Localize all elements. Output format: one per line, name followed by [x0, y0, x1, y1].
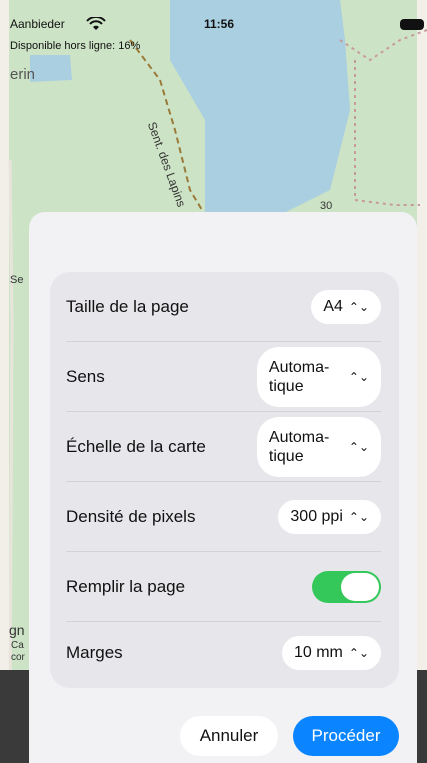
map-scale-label: Échelle de la carte [66, 437, 206, 456]
chevron-up-down-icon: ⌃⌄ [348, 439, 369, 454]
fill-page-toggle[interactable] [312, 571, 381, 603]
map-scale-value: Automa- tique [268, 429, 330, 465]
orientation-select[interactable]: Automa- tique ⌃⌄ [256, 347, 381, 407]
map-label-bottom-1: gn [9, 622, 25, 638]
dark-bottom-strip [0, 670, 30, 763]
status-bar: Aanbieder 11:56 [0, 0, 427, 40]
chevron-up-down-icon: ⌃⌄ [348, 369, 369, 384]
row-fill-page: Remplir la page [50, 552, 399, 622]
row-orientation: Sens Automa- tique ⌃⌄ [50, 342, 399, 412]
map-label-bottom-3: cor [11, 652, 25, 663]
margins-select[interactable]: 10 mm ⌃⌄ [281, 636, 381, 670]
status-time: 11:56 [204, 17, 235, 31]
dark-bottom-strip-right [417, 670, 427, 763]
pixel-density-select[interactable]: 300 ppi ⌃⌄ [278, 500, 381, 534]
page-size-label: Taille de la page [66, 297, 189, 316]
pond [30, 55, 72, 82]
chevron-up-down-icon: ⌃⌄ [348, 510, 369, 524]
proceed-button[interactable]: Procéder [293, 716, 399, 756]
map-label-number: 30 [320, 200, 333, 212]
map-label-top-left: erin [10, 66, 36, 83]
offline-status: Disponible hors ligne: 16% [10, 40, 141, 52]
pixel-density-label: Densité de pixels [66, 507, 196, 526]
orientation-label: Sens [66, 367, 105, 386]
print-settings-sheet: Taille de la page A4 ⌃⌄ Sens Automa- tiq… [29, 212, 417, 763]
battery-icon [400, 19, 424, 30]
carrier-label: Aanbieder [10, 17, 65, 31]
toggle-knob [341, 573, 379, 601]
row-pixel-density: Densité de pixels 300 ppi ⌃⌄ [50, 482, 399, 552]
settings-card: Taille de la page A4 ⌃⌄ Sens Automa- tiq… [50, 272, 399, 688]
row-map-scale: Échelle de la carte Automa- tique ⌃⌄ [50, 412, 399, 482]
pixel-density-value: 300 ppi [290, 508, 343, 525]
map-label-bottom-2: Ca [11, 640, 24, 651]
wifi-icon [86, 17, 106, 30]
row-page-size: Taille de la page A4 ⌃⌄ [50, 272, 399, 342]
fill-page-label: Remplir la page [66, 577, 186, 596]
map-label-left-mid: Se [10, 274, 24, 286]
page-size-select[interactable]: A4 ⌃⌄ [311, 290, 381, 324]
margins-label: Marges [66, 643, 123, 662]
boundary-right [354, 60, 420, 206]
orientation-value: Automa- tique [268, 359, 330, 395]
margins-value: 10 mm [293, 644, 343, 661]
chevron-up-down-icon: ⌃⌄ [348, 646, 369, 660]
chevron-up-down-icon: ⌃⌄ [348, 300, 369, 314]
row-margins: Marges 10 mm ⌃⌄ [50, 618, 399, 688]
map-scale-select[interactable]: Automa- tique ⌃⌄ [256, 417, 381, 477]
cancel-button[interactable]: Annuler [180, 716, 278, 756]
page-size-value: A4 [323, 298, 343, 315]
